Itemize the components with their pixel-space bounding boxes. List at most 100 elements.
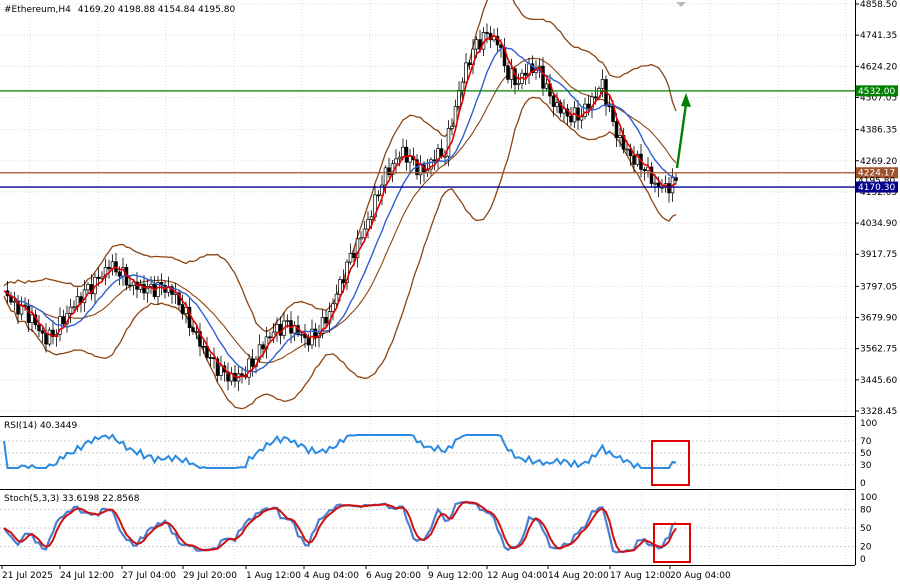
price-tick-label: 3562.75 [860,345,897,355]
candle-body [334,293,339,305]
candle-body [180,304,185,314]
support-price-tag: 4170.30 [856,181,898,193]
time-axis: 21 Jul 2025 24 Jul 12:00 27 Jul 04:00 29 Ju… [1,565,731,581]
rsi-line [3,433,677,470]
candle-body [467,62,472,66]
arrow-head [681,93,691,107]
candle-body [96,276,101,279]
candle-body [359,237,363,240]
stoch-axis: 100 80 50 20 0 [860,493,877,565]
candle-body [555,102,559,107]
time-label: 1 Aug 12:00 [246,571,301,581]
candle-body [383,167,388,186]
candle-body [404,146,409,163]
slow-ma-line [3,46,677,373]
time-label: 21 Jul 2025 [2,571,53,581]
price-axis: 4858.504741.354624.204507.054386.354269.… [855,0,897,417]
candle-body [432,159,437,162]
candle-body [68,306,73,314]
candle-body [516,83,521,86]
candle-body [72,306,76,309]
candle-body [338,279,342,295]
candle-body [348,253,353,263]
candle-body [366,219,370,230]
candle-body [401,146,405,158]
time-label: 29 Jul 20:00 [183,571,237,581]
candle-body [551,95,556,107]
rsi-tick-label: 0 [860,479,866,489]
candle-body [576,107,580,121]
candle-body [457,89,461,107]
candle-body [653,182,657,185]
bollinger-bands [3,0,677,410]
candle-body [485,32,489,34]
price-tick-label: 4269.20 [860,157,897,167]
candle-body [278,324,283,336]
candle-body [117,271,122,277]
candle-body [397,156,402,160]
price-tick-label: 4624.20 [860,62,897,72]
time-label: 27 Jul 04:00 [122,571,176,581]
tag-text: 4170.30 [858,183,895,193]
candle-body [37,324,41,332]
candle-body [201,345,206,348]
arrow-shaft [675,103,688,169]
forecast-arrow-icon [675,93,691,169]
price-tick-label: 4858.50 [860,0,897,10]
candle-body [506,65,510,80]
candle-body [107,266,111,270]
price-tick-label: 3917.75 [860,250,897,260]
candle-body [47,329,52,345]
stoch-tick-label: 20 [860,543,872,553]
candle-body [306,337,311,346]
candle-body [285,320,290,322]
candle-body [387,167,391,176]
candle-body [450,125,454,129]
time-label: 24 Jul 12:00 [60,571,114,581]
candle-body [464,62,468,83]
candle-body [240,373,244,376]
candle-body [250,358,255,367]
rsi-axis: 100 70 50 30 0 [860,419,877,489]
candle-body [446,128,451,157]
time-label: 9 Aug 12:00 [428,571,483,581]
candle-body [618,135,622,138]
time-label: 14 Aug 20:00 [548,571,609,581]
candle-body [569,115,573,123]
candle-body [352,253,356,258]
candle-body [261,344,265,350]
candle-body [408,156,412,163]
stoch-tick-label: 0 [860,555,866,565]
candle-body [40,330,45,334]
candle-body [12,300,17,303]
candle-body [194,331,199,333]
time-label: 12 Aug 04:00 [487,571,548,581]
price-tick-label: 3679.90 [860,314,897,324]
candle-body [268,336,272,339]
candle-body [324,317,328,324]
time-label: 20 Aug 04:00 [670,571,731,581]
rsi-highlight-box [651,440,690,486]
candle-body [247,358,251,378]
candle-body [61,316,66,325]
candle-body [625,148,629,151]
candle-body [562,108,566,114]
stoch-tick-label: 100 [860,493,877,503]
time-label: 4 Aug 04:00 [304,571,359,581]
candle-body [439,148,444,157]
tag-text: 4532.00 [858,87,895,97]
candle-body [614,121,619,138]
candle-body [642,169,647,172]
chart-canvas[interactable]: #Ethereum,H4 4169.20 4198.88 4154.84 419… [0,0,900,585]
trading-chart[interactable]: #Ethereum,H4 4169.20 4198.88 4154.84 419… [0,0,900,585]
price-tick-label: 3328.45 [860,407,897,417]
candle-body [593,96,598,99]
candle-body [523,72,528,76]
candle-body [275,324,279,333]
price-tick-label: 4034.90 [860,219,897,229]
candle-body [509,68,514,80]
candle-body [341,279,346,283]
candle-body [331,303,335,312]
candle-body [369,216,374,220]
stoch-tick-label: 50 [860,524,872,534]
